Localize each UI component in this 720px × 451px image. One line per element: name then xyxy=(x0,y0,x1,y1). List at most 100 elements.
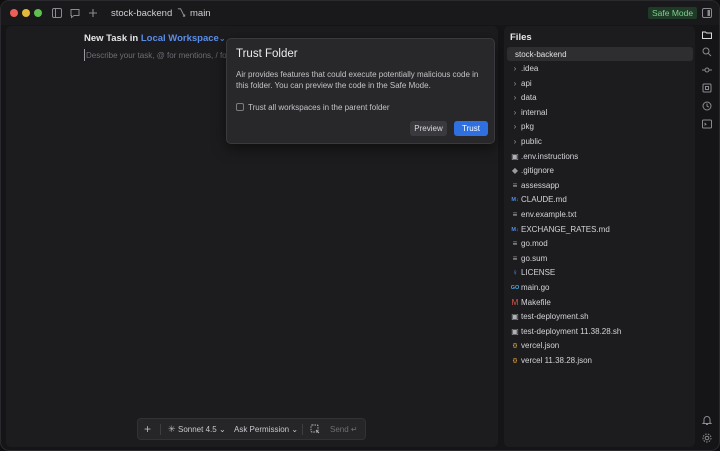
folder-item[interactable]: › public xyxy=(510,135,690,149)
file-name: api xyxy=(521,78,532,88)
structure-icon[interactable] xyxy=(701,82,713,94)
workspace-selector[interactable]: Local Workspace xyxy=(141,33,219,44)
dialog-message: Air provides features that could execute… xyxy=(236,70,479,90)
file-item[interactable]: ▣ .env.instructions xyxy=(510,150,690,164)
file-name: test-deployment.sh xyxy=(521,312,589,322)
terminal-file-icon: ▣ xyxy=(511,312,519,322)
file-item[interactable]: ≡ env.example.txt xyxy=(510,208,690,222)
file-item[interactable]: ≡ go.sum xyxy=(510,252,690,266)
file-item[interactable]: ▣ test-deployment 11.38.28.sh xyxy=(510,325,690,339)
history-icon[interactable] xyxy=(701,100,713,112)
git-icon: ◆ xyxy=(511,166,519,176)
file-name: vercel 11.38.28.json xyxy=(521,356,593,365)
trust-parent-checkbox-label[interactable]: Trust all workspaces in the parent folde… xyxy=(248,103,390,112)
preview-button[interactable]: Preview xyxy=(410,121,447,136)
markdown-icon: M↓ xyxy=(511,197,519,204)
sparkle-icon: ✳ xyxy=(168,424,176,434)
chat-icon[interactable] xyxy=(69,7,81,19)
file-item[interactable]: M Makefile xyxy=(510,296,690,310)
task-description-input[interactable] xyxy=(84,49,244,61)
panel-toggle-icon[interactable] xyxy=(701,7,713,19)
chevron-down-icon[interactable]: ⌄ xyxy=(219,34,226,43)
file-item[interactable]: ▣ test-deployment.sh xyxy=(510,310,690,324)
folder-item[interactable]: › pkg xyxy=(510,120,690,134)
sidebar-toggle-icon[interactable] xyxy=(51,7,63,19)
folder-item[interactable]: › data xyxy=(510,91,690,105)
text-file-icon: ≡ xyxy=(512,239,518,249)
model-selector[interactable]: Sonnet 4.5 ⌄ xyxy=(178,425,226,434)
file-name: public xyxy=(521,137,542,146)
folder-item[interactable]: › .idea xyxy=(510,62,690,76)
terminal-file-icon: ▣ xyxy=(511,151,519,161)
text-file-icon: ≡ xyxy=(512,180,518,190)
new-tab-plus-icon[interactable] xyxy=(87,7,99,19)
file-name: .idea xyxy=(521,64,539,73)
chevron-right-icon: › xyxy=(513,137,517,146)
chevron-right-icon: › xyxy=(513,122,517,132)
settings-gear-icon[interactable] xyxy=(701,432,713,444)
dialog-title: Trust Folder xyxy=(236,48,298,60)
file-item[interactable]: {} vercel.json xyxy=(510,339,690,353)
files-panel: Files stock-backend › .idea › api › data › inte… xyxy=(504,26,695,447)
enter-icon: ↵ xyxy=(350,425,358,434)
folder-icon[interactable] xyxy=(701,29,713,41)
text-file-icon: ≡ xyxy=(512,253,518,263)
file-name: assessapp xyxy=(521,180,560,190)
terminal-icon[interactable] xyxy=(701,118,713,130)
zoom-window-button[interactable] xyxy=(34,9,42,17)
trust-parent-checkbox[interactable] xyxy=(236,103,244,111)
file-item[interactable]: M↓ CLAUDE.md xyxy=(510,193,690,207)
json-icon: {} xyxy=(512,343,518,350)
title-bar: stock-backend main Safe Mode xyxy=(1,1,719,25)
search-icon[interactable] xyxy=(701,46,713,58)
send-button[interactable]: Send ↵ xyxy=(330,425,358,434)
git-commit-icon[interactable] xyxy=(701,64,713,76)
file-tree-root[interactable]: stock-backend xyxy=(507,47,693,61)
app-window: stock-backend main Safe Mode New Task in… xyxy=(0,0,720,451)
task-heading-prefix: New Task in xyxy=(84,33,139,44)
permission-selector[interactable]: Ask Permission ⌄ xyxy=(234,425,298,434)
file-name: data xyxy=(521,93,537,103)
chevron-down-icon: ⌄ xyxy=(218,425,226,434)
minimize-window-button[interactable] xyxy=(22,9,30,17)
file-item[interactable]: ≡ go.mod xyxy=(510,237,690,251)
context-selection-icon[interactable] xyxy=(310,424,320,434)
go-icon: GO xyxy=(510,285,520,291)
file-item[interactable]: GO main.go xyxy=(510,281,690,295)
file-name: LICENSE xyxy=(521,268,556,278)
text-file-icon: ≡ xyxy=(512,210,518,219)
branch-name[interactable]: main xyxy=(190,8,211,19)
file-name: CLAUDE.md xyxy=(521,195,567,205)
file-name: vercel.json xyxy=(521,341,560,351)
markdown-icon: M↓ xyxy=(511,226,519,233)
file-item[interactable]: ≡ assessapp xyxy=(510,179,690,193)
trust-button[interactable]: Trust xyxy=(454,121,488,136)
chevron-down-icon: ⌄ xyxy=(291,425,299,434)
file-name: pkg xyxy=(521,122,534,132)
file-item[interactable]: M↓ EXCHANGE_RATES.md xyxy=(510,223,690,237)
project-name[interactable]: stock-backend xyxy=(111,8,172,19)
files-panel-title: Files xyxy=(510,32,532,43)
file-name: .env.instructions xyxy=(521,151,579,161)
file-name: EXCHANGE_RATES.md xyxy=(521,224,610,234)
notifications-bell-icon[interactable] xyxy=(701,414,713,426)
chevron-right-icon: › xyxy=(513,93,517,103)
safe-mode-badge[interactable]: Safe Mode xyxy=(648,7,698,19)
close-window-button[interactable] xyxy=(10,9,18,17)
add-attachment-icon[interactable]: + xyxy=(144,423,151,435)
composer-bar: + ✳ Sonnet 4.5 ⌄ Ask Permission ⌄ Send ↵ xyxy=(137,418,366,440)
file-name: Makefile xyxy=(521,297,551,307)
file-name: test-deployment 11.38.28.sh xyxy=(521,326,622,336)
terminal-file-icon: ▣ xyxy=(511,326,519,336)
model-name: Sonnet 4.5 xyxy=(178,425,217,434)
file-name: go.sum xyxy=(521,253,548,263)
file-item[interactable]: ◆ .gitignore xyxy=(510,164,690,178)
file-item[interactable]: ♀ LICENSE xyxy=(510,266,690,280)
trust-folder-dialog: Trust Folder Air provides features that … xyxy=(226,38,495,144)
file-name: go.mod xyxy=(521,239,548,249)
file-item[interactable]: {} vercel 11.38.28.json xyxy=(510,354,690,368)
folder-item[interactable]: › internal xyxy=(510,106,690,120)
json-icon: {} xyxy=(512,358,518,364)
divider xyxy=(302,424,303,435)
folder-item[interactable]: › api xyxy=(510,77,690,91)
